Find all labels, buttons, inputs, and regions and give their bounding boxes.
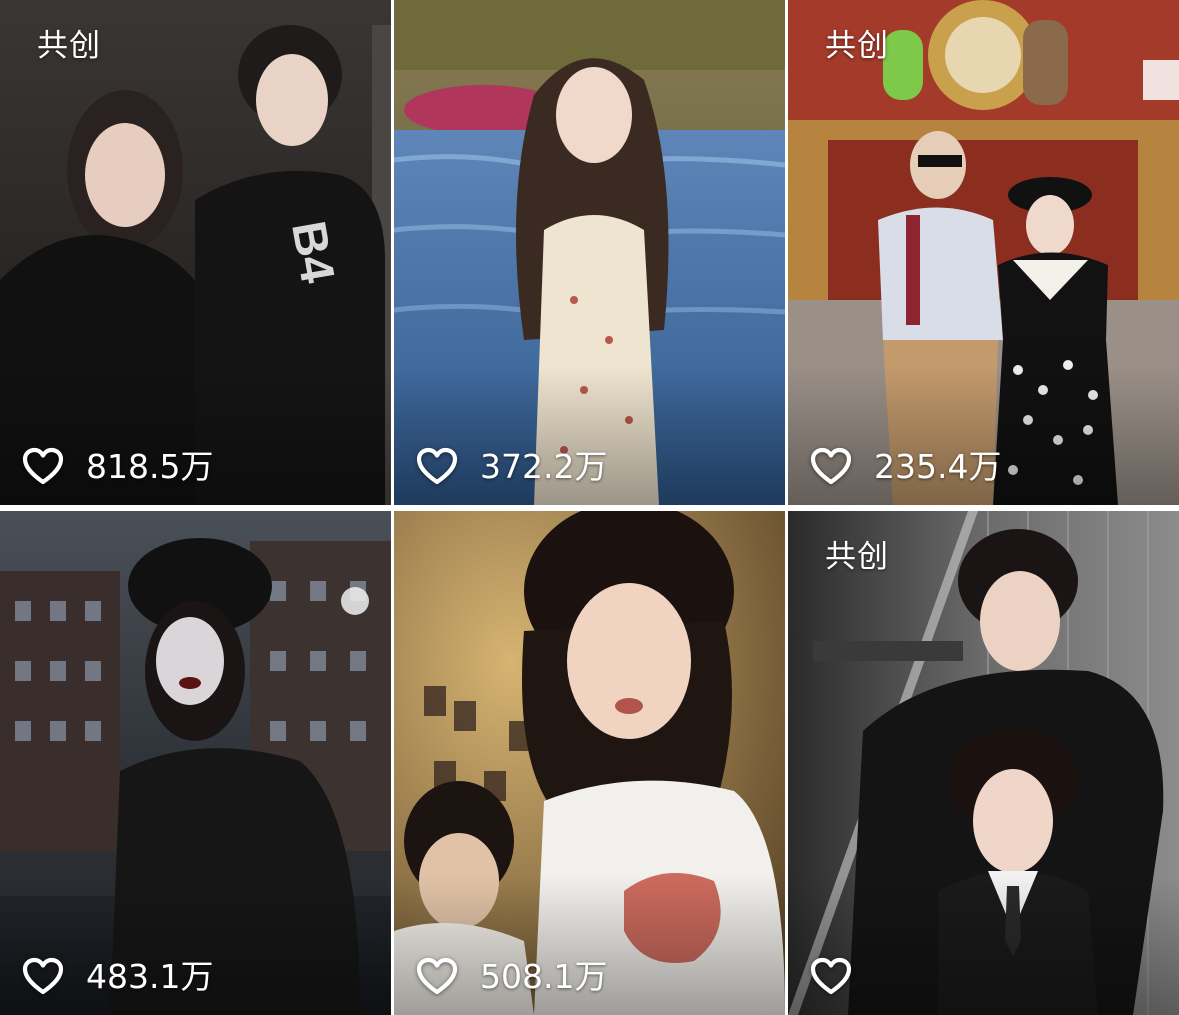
like-count-row: 372.2万 — [416, 447, 607, 485]
like-count-row: 235.4万 — [810, 447, 1001, 485]
video-tile[interactable]: 508.1万 — [394, 511, 785, 1015]
like-count: 508.1万 — [480, 956, 608, 996]
like-count: 235.4万 — [874, 446, 1002, 486]
like-count-row — [810, 957, 874, 995]
like-count-row: 508.1万 — [416, 957, 607, 995]
heart-outline-icon[interactable] — [810, 447, 852, 485]
heart-outline-icon[interactable] — [416, 447, 458, 485]
video-tile[interactable]: 共创 235.4万 — [788, 0, 1179, 505]
co-creation-badge: 共创 — [37, 28, 101, 64]
video-tile[interactable]: B4 共创 818.5万 — [0, 0, 391, 505]
like-count-row: 483.1万 — [22, 957, 213, 995]
svg-text:B4: B4 — [281, 217, 344, 287]
like-count: 372.2万 — [480, 446, 608, 486]
co-creation-badge: 共创 — [825, 539, 889, 575]
heart-outline-icon[interactable] — [22, 957, 64, 995]
like-count-row: 818.5万 — [22, 447, 213, 485]
video-tile[interactable]: 共创 — [788, 511, 1179, 1015]
heart-outline-icon[interactable] — [22, 447, 64, 485]
like-count: 483.1万 — [86, 956, 214, 996]
video-grid: B4 共创 818.5万 372.2万 共创 235.4万 483.1万 508… — [0, 0, 1179, 1015]
like-count: 818.5万 — [86, 446, 214, 486]
heart-outline-icon[interactable] — [810, 957, 852, 995]
co-creation-badge: 共创 — [825, 28, 889, 64]
video-tile[interactable]: 372.2万 — [394, 0, 785, 505]
video-tile[interactable]: 483.1万 — [0, 511, 391, 1015]
heart-outline-icon[interactable] — [416, 957, 458, 995]
